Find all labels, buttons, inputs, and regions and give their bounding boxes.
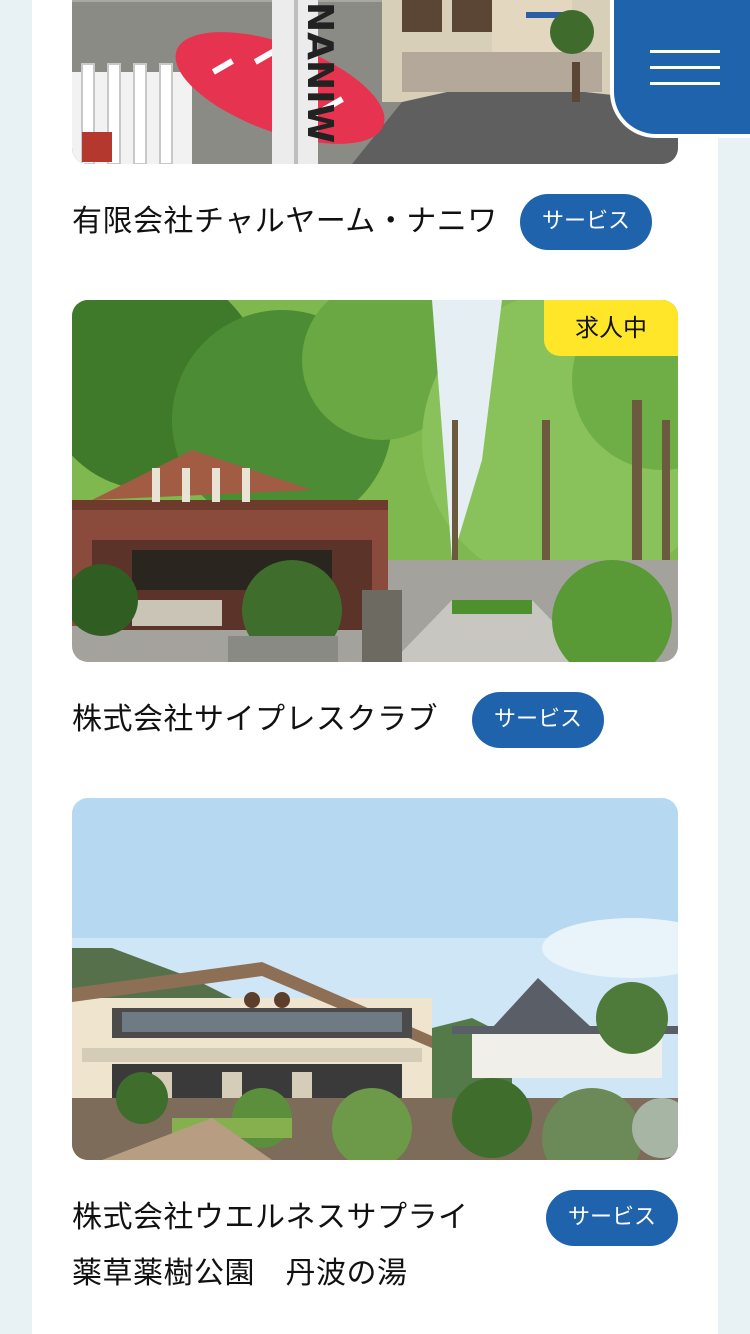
company-photo[interactable] <box>72 798 678 1160</box>
hiring-badge: 求人中 <box>544 300 678 356</box>
company-name[interactable]: 有限会社チャルヤーム・ナニワ <box>72 194 498 250</box>
menu-line-top <box>650 50 720 53</box>
menu-line-bottom <box>650 82 720 85</box>
company-name-line1[interactable]: 株式会社ウエルネスサプライ <box>72 1190 469 1246</box>
category-tag-button[interactable]: サービス <box>472 692 604 748</box>
hamburger-menu-icon[interactable] <box>614 0 750 134</box>
menu-line-middle <box>650 66 720 69</box>
company-photo[interactable]: 求人中 <box>72 300 678 662</box>
company-name-line2[interactable]: 薬草薬樹公園 丹波の湯 <box>72 1246 408 1302</box>
category-tag-button[interactable]: サービス <box>546 1190 678 1246</box>
photo-sign-text: NANIW <box>299 2 340 143</box>
company-list-panel: NANIW 有限会社チャルヤーム・ナニワ サービス 求人中 株式会社サイプレスク… <box>32 0 718 1334</box>
hamburger-menu-button[interactable] <box>610 0 750 138</box>
company-photo[interactable]: NANIW <box>72 0 678 164</box>
category-tag-button[interactable]: サービス <box>520 194 652 250</box>
company-name[interactable]: 株式会社サイプレスクラブ <box>72 692 438 748</box>
